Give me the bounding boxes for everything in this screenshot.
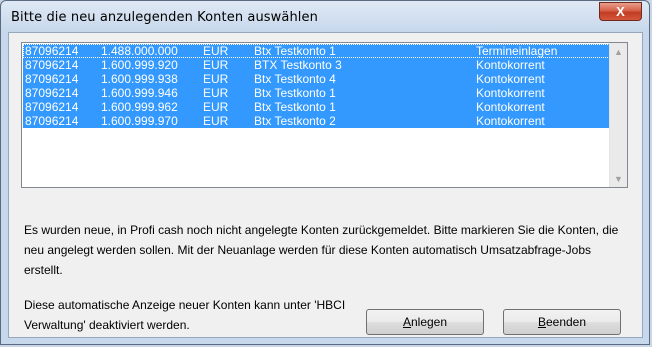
account-blz: 87096214: [25, 100, 79, 114]
close-icon: X: [616, 4, 625, 19]
settings-hint: Diese automatische Anzeige neuer Konten …: [24, 298, 346, 332]
anlegen-mnemonic: A: [402, 315, 411, 329]
account-number: 1.488.000.000: [101, 44, 178, 58]
account-blz: 87096214: [25, 86, 79, 100]
account-currency: EUR: [203, 58, 229, 72]
account-currency: EUR: [203, 100, 229, 114]
account-blz: 87096214: [25, 114, 79, 128]
account-currency: EUR: [203, 72, 229, 86]
account-number: 1.600.999.920: [101, 58, 178, 72]
account-listbox[interactable]: 87096214 1.488.000.000 EUR Btx Testkonto 1 T…: [21, 42, 628, 188]
account-type: Kontokorrent: [476, 100, 545, 114]
account-type: Kontokorrent: [476, 58, 545, 72]
scroll-up-arrow-icon[interactable]: ▲: [610, 43, 627, 60]
scroll-down-arrow-icon[interactable]: ▼: [610, 170, 627, 187]
vertical-scrollbar[interactable]: ▲ ▼: [609, 43, 627, 187]
anlegen-label: nlegen: [410, 315, 448, 329]
account-currency: EUR: [203, 114, 229, 128]
account-row[interactable]: 87096214 1.600.999.970 EUR Btx Testkonto 2 K…: [23, 114, 610, 128]
account-number: 1.600.999.938: [101, 72, 178, 86]
dialog-title: Bitte die neu anzulegenden Konten auswäh…: [11, 10, 318, 25]
account-blz: 87096214: [25, 44, 79, 58]
account-name: BTX Testkonto 3: [254, 58, 342, 72]
account-name: Btx Testkonto 1: [254, 100, 336, 114]
account-number: 1.600.999.970: [101, 114, 178, 128]
beenden-mnemonic: B: [537, 315, 546, 329]
account-row[interactable]: 87096214 1.600.999.938 EUR Btx Testkonto 4 K…: [23, 72, 610, 86]
account-name: Btx Testkonto 1: [254, 86, 336, 100]
account-number: 1.600.999.946: [101, 86, 178, 100]
account-row[interactable]: 87096214 1.600.999.962 EUR Btx Testkonto 1 K…: [23, 100, 610, 114]
account-currency: EUR: [203, 86, 229, 100]
account-type: Kontokorrent: [476, 86, 545, 100]
account-blz: 87096214: [25, 58, 79, 72]
anlegen-button[interactable]: Anlegen: [366, 309, 484, 335]
account-type: Kontokorrent: [476, 114, 545, 128]
beenden-label: eenden: [545, 315, 587, 329]
account-name: Btx Testkonto 1: [254, 44, 336, 58]
account-row[interactable]: 87096214 1.600.999.946 EUR Btx Testkonto 1 K…: [23, 86, 610, 100]
account-name: Btx Testkonto 4: [254, 72, 336, 86]
account-row[interactable]: 87096214 1.488.000.000 EUR Btx Testkonto 1 T…: [23, 44, 610, 58]
close-button[interactable]: X: [599, 2, 642, 21]
info-message: Es wurden neue, in Profi cash noch nicht…: [24, 223, 619, 277]
account-rows: 87096214 1.488.000.000 EUR Btx Testkonto 1 T…: [23, 44, 610, 128]
account-type: Kontokorrent: [476, 72, 545, 86]
account-name: Btx Testkonto 2: [254, 114, 336, 128]
dialog-window: Bitte die neu anzulegenden Konten auswäh…: [0, 0, 650, 345]
account-number: 1.600.999.962: [101, 100, 178, 114]
account-currency: EUR: [203, 44, 229, 58]
title-bar[interactable]: Bitte die neu anzulegenden Konten auswäh…: [1, 1, 649, 33]
account-blz: 87096214: [25, 72, 79, 86]
beenden-button[interactable]: Beenden: [503, 309, 621, 335]
account-type: Termineinlagen: [476, 44, 558, 58]
account-row[interactable]: 87096214 1.600.999.920 EUR BTX Testkonto 3 K…: [23, 58, 610, 72]
dialog-body: 87096214 1.488.000.000 EUR Btx Testkonto 1 T…: [8, 32, 643, 338]
